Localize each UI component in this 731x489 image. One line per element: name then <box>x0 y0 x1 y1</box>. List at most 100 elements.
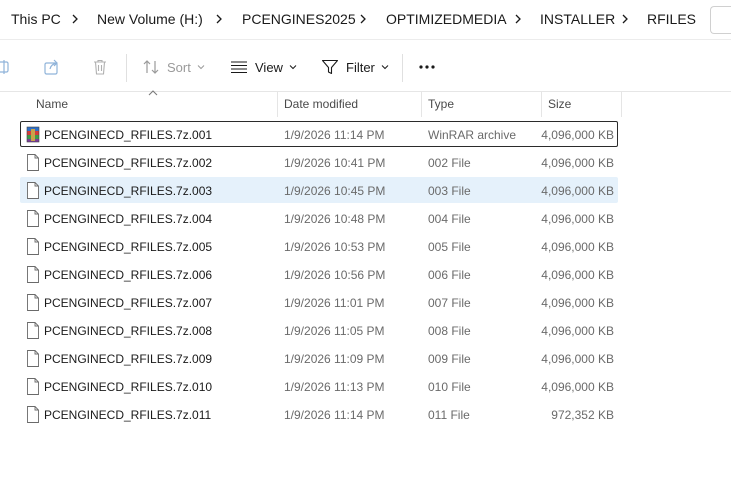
table-row[interactable]: PCENGINECD_RFILES.7z.003 1/9/2026 10:45 P… <box>20 177 618 203</box>
file-size: 4,096,000 KB <box>541 240 614 254</box>
generic-file-icon <box>26 182 40 199</box>
table-row[interactable]: PCENGINECD_RFILES.7z.001 1/9/2026 11:14 P… <box>20 121 618 147</box>
file-size: 4,096,000 KB <box>541 380 614 394</box>
column-headers: Name Date modified Type Size <box>0 90 731 117</box>
file-date-modified: 1/9/2026 11:05 PM <box>284 324 385 338</box>
filter-button[interactable]: Filter <box>321 56 389 78</box>
file-type: 010 File <box>428 380 471 394</box>
file-size: 4,096,000 KB <box>541 212 614 226</box>
file-type: 004 File <box>428 212 471 226</box>
table-row[interactable]: PCENGINECD_RFILES.7z.008 1/9/2026 11:05 P… <box>20 317 618 343</box>
table-row[interactable]: PCENGINECD_RFILES.7z.002 1/9/2026 10:41 P… <box>20 149 618 175</box>
table-row[interactable]: PCENGINECD_RFILES.7z.011 1/9/2026 11:14 P… <box>20 401 618 427</box>
column-resize-handle[interactable] <box>277 92 278 117</box>
chevron-right-icon[interactable] <box>214 12 224 26</box>
file-date-modified: 1/9/2026 10:41 PM <box>284 156 386 170</box>
file-date-modified: 1/9/2026 11:13 PM <box>284 380 385 394</box>
generic-file-icon <box>26 294 40 311</box>
column-resize-handle[interactable] <box>421 92 422 117</box>
sort-ascending-icon <box>148 90 158 96</box>
file-type: 003 File <box>428 184 471 198</box>
breadcrumb-installer[interactable]: INSTALLER <box>540 11 615 27</box>
file-name: PCENGINECD_RFILES.7z.004 <box>44 212 213 226</box>
chevron-right-icon[interactable] <box>358 12 368 26</box>
chevron-down-icon <box>381 65 389 70</box>
file-type: 005 File <box>428 240 471 254</box>
file-name: PCENGINECD_RFILES.7z.002 <box>44 156 213 170</box>
file-type: 006 File <box>428 268 471 282</box>
command-bar: Sort View Filter <box>0 40 731 92</box>
filter-label: Filter <box>346 59 375 75</box>
file-date-modified: 1/9/2026 11:14 PM <box>284 408 385 422</box>
file-size: 4,096,000 KB <box>541 324 614 338</box>
sort-icon <box>143 60 159 74</box>
table-row[interactable]: PCENGINECD_RFILES.7z.005 1/9/2026 10:53 P… <box>20 233 618 259</box>
file-name: PCENGINECD_RFILES.7z.006 <box>44 268 213 282</box>
file-date-modified: 1/9/2026 11:09 PM <box>284 352 385 366</box>
table-row[interactable]: PCENGINECD_RFILES.7z.009 1/9/2026 11:09 P… <box>20 345 618 371</box>
column-resize-handle[interactable] <box>541 92 542 117</box>
more-options-icon <box>419 65 435 69</box>
file-type: 011 File <box>428 408 470 422</box>
breadcrumb-pcengines2025[interactable]: PCENGINES2025 <box>242 11 356 27</box>
toolbar-divider <box>126 54 127 82</box>
see-more-button[interactable] <box>418 56 436 78</box>
rename-icon[interactable] <box>0 58 10 76</box>
file-date-modified: 1/9/2026 10:56 PM <box>284 268 386 282</box>
file-name: PCENGINECD_RFILES.7z.008 <box>44 324 213 338</box>
breadcrumb-new-volume[interactable]: New Volume (H:) <box>97 11 203 27</box>
chevron-right-icon[interactable] <box>620 12 630 26</box>
file-type: WinRAR archive <box>428 128 517 142</box>
table-row[interactable]: PCENGINECD_RFILES.7z.006 1/9/2026 10:56 P… <box>20 261 618 287</box>
file-size: 4,096,000 KB <box>541 156 614 170</box>
file-size: 4,096,000 KB <box>541 352 614 366</box>
breadcrumb: This PC New Volume (H:) PCENGINES2025 OP… <box>0 0 731 40</box>
generic-file-icon <box>26 322 40 339</box>
file-type: 002 File <box>428 156 471 170</box>
column-header-name[interactable]: Name <box>36 97 68 111</box>
sort-button[interactable]: Sort <box>142 56 205 78</box>
generic-file-icon <box>26 350 40 367</box>
file-name: PCENGINECD_RFILES.7z.003 <box>44 184 213 198</box>
chevron-right-icon[interactable] <box>70 12 80 26</box>
search-box[interactable] <box>710 6 731 34</box>
table-row[interactable]: PCENGINECD_RFILES.7z.004 1/9/2026 10:48 P… <box>20 205 618 231</box>
breadcrumb-this-pc[interactable]: This PC <box>11 11 61 27</box>
chevron-right-icon[interactable] <box>513 12 523 26</box>
sort-label: Sort <box>167 59 191 75</box>
column-header-size[interactable]: Size <box>548 97 571 111</box>
column-header-type[interactable]: Type <box>428 97 454 111</box>
view-button[interactable]: View <box>230 56 297 78</box>
breadcrumb-optimizedmedia[interactable]: OPTIMIZEDMEDIA <box>386 11 507 27</box>
file-name: PCENGINECD_RFILES.7z.001 <box>44 128 213 142</box>
file-name: PCENGINECD_RFILES.7z.011 <box>44 408 212 422</box>
file-size: 972,352 KB <box>551 408 614 422</box>
file-size: 4,096,000 KB <box>541 296 614 310</box>
file-date-modified: 1/9/2026 10:45 PM <box>284 184 386 198</box>
file-type: 009 File <box>428 352 471 366</box>
column-resize-handle[interactable] <box>621 92 622 117</box>
file-name: PCENGINECD_RFILES.7z.009 <box>44 352 213 366</box>
generic-file-icon <box>26 266 40 283</box>
table-row[interactable]: PCENGINECD_RFILES.7z.007 1/9/2026 11:01 P… <box>20 289 618 315</box>
winrar-archive-icon <box>26 126 40 143</box>
view-label: View <box>255 59 283 75</box>
filter-icon <box>321 59 339 75</box>
column-header-date[interactable]: Date modified <box>284 97 358 111</box>
file-date-modified: 1/9/2026 10:53 PM <box>284 240 386 254</box>
file-size: 4,096,000 KB <box>541 128 614 142</box>
file-name: PCENGINECD_RFILES.7z.005 <box>44 240 213 254</box>
file-name: PCENGINECD_RFILES.7z.007 <box>44 296 213 310</box>
file-type: 007 File <box>428 296 471 310</box>
breadcrumb-rfiles[interactable]: RFILES <box>647 11 696 27</box>
file-date-modified: 1/9/2026 11:14 PM <box>284 128 385 142</box>
file-date-modified: 1/9/2026 11:01 PM <box>284 296 385 310</box>
generic-file-icon <box>26 406 40 423</box>
chevron-down-icon <box>289 65 297 70</box>
table-row[interactable]: PCENGINECD_RFILES.7z.010 1/9/2026 11:13 P… <box>20 373 618 399</box>
delete-icon[interactable] <box>91 58 109 76</box>
file-size: 4,096,000 KB <box>541 268 614 282</box>
generic-file-icon <box>26 210 40 227</box>
share-icon[interactable] <box>43 58 61 76</box>
generic-file-icon <box>26 154 40 171</box>
